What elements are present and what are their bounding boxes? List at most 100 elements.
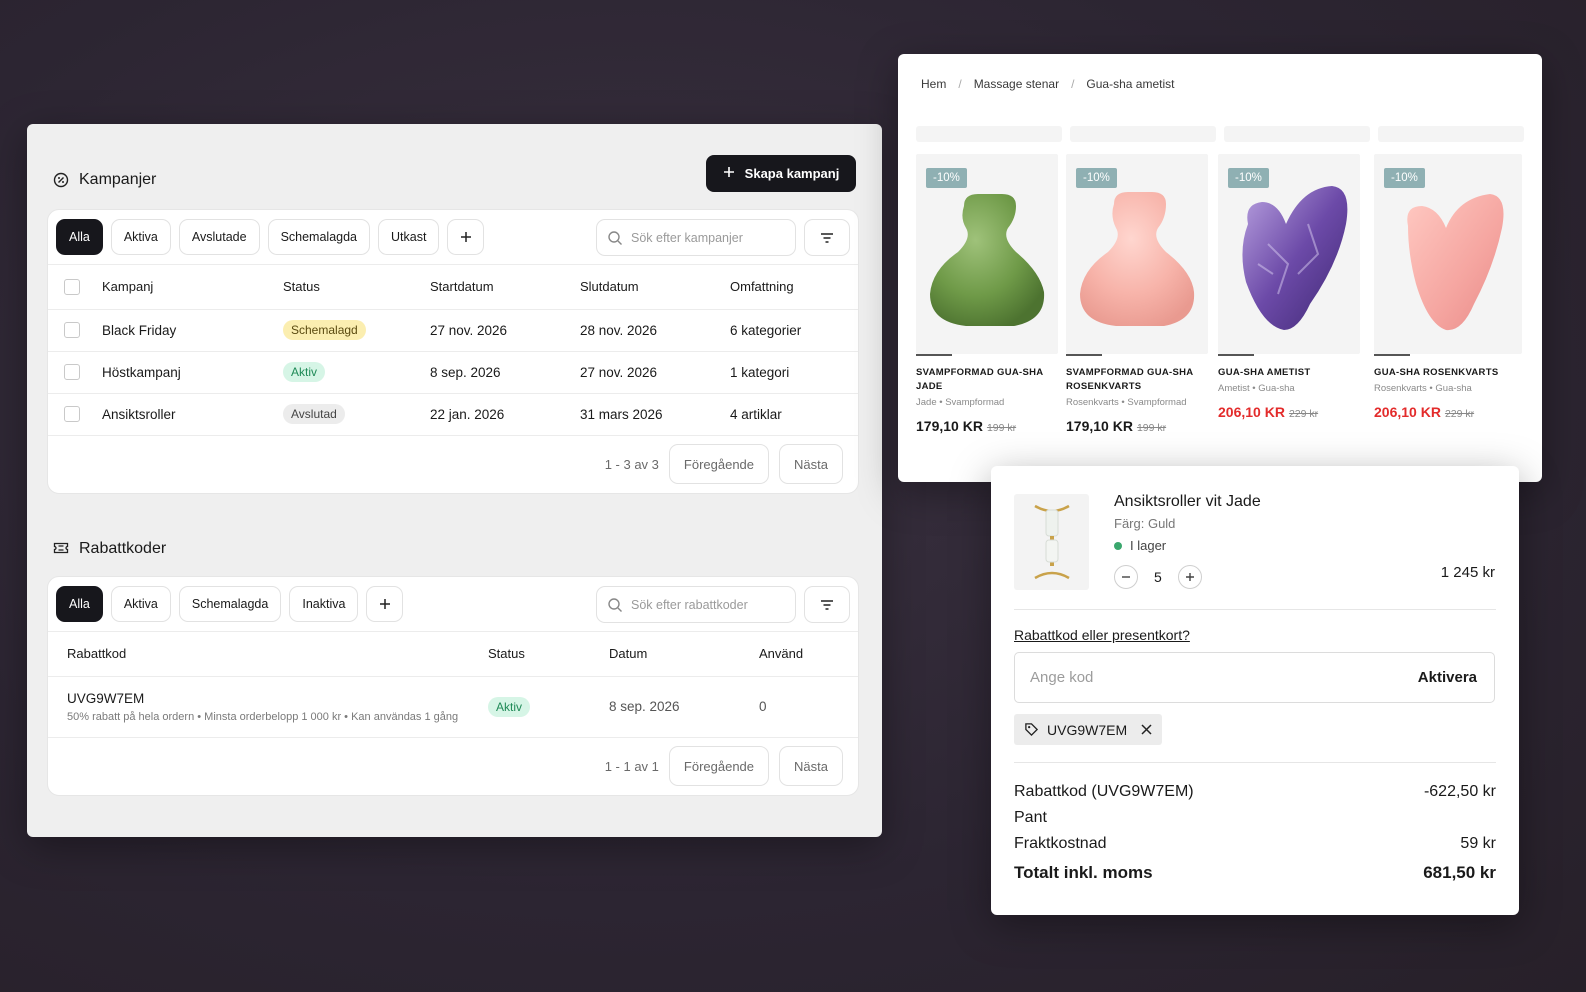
discounts-pager: 1 - 1 av 1 Föregående Nästa bbox=[48, 738, 858, 795]
discount-code: UVG9W7EM bbox=[67, 690, 145, 706]
col-used: Använd bbox=[759, 632, 858, 677]
discount-badge: -10% bbox=[926, 168, 967, 188]
row-checkbox[interactable] bbox=[64, 322, 80, 339]
increase-quantity-button[interactable] bbox=[1177, 565, 1202, 589]
start-date: 8 sep. 2026 bbox=[430, 351, 580, 394]
col-status: Status bbox=[283, 265, 430, 310]
divider bbox=[1014, 762, 1496, 763]
next-button[interactable]: Nästa bbox=[779, 746, 843, 786]
col-code: Rabattkod bbox=[48, 632, 488, 677]
discount-badge: -10% bbox=[1228, 168, 1269, 188]
discount-badge: -10% bbox=[1384, 168, 1425, 188]
campaigns-toolbar: Alla Aktiva Avslutade Schemalagda Utkast… bbox=[48, 210, 858, 265]
add-tab-button[interactable] bbox=[447, 219, 485, 255]
product-meta: Jade • Svampformad bbox=[916, 396, 1005, 408]
tab-draft[interactable]: Utkast bbox=[378, 219, 440, 255]
breadcrumb-home[interactable]: Hem bbox=[921, 77, 946, 91]
quantity-stepper: 5 bbox=[1114, 565, 1202, 589]
product-underline bbox=[1066, 354, 1102, 356]
summary-value: -622,50 kr bbox=[1423, 783, 1496, 800]
select-all-checkbox[interactable] bbox=[64, 279, 80, 296]
add-tab-button[interactable] bbox=[366, 586, 404, 622]
product-card[interactable]: -10% GUA-SHA AMETIST Ametist • Gua-sha 2… bbox=[1218, 154, 1360, 420]
product-underline bbox=[916, 354, 952, 356]
discounts-heading: Rabattkoder bbox=[53, 540, 166, 558]
prev-button[interactable]: Föregående bbox=[668, 746, 770, 786]
applied-code: UVG9W7EM bbox=[1047, 721, 1128, 738]
promo-code-link[interactable]: Rabattkod eller presentkort? bbox=[1014, 627, 1190, 643]
promo-code-input[interactable] bbox=[1030, 669, 1330, 686]
breadcrumb-category[interactable]: Massage stenar bbox=[974, 77, 1059, 91]
decrease-quantity-button[interactable] bbox=[1114, 565, 1138, 589]
pager-info: 1 - 3 av 3 bbox=[604, 456, 659, 472]
admin-panel: Kampanjer Skapa kampanj Alla Aktiva Avsl… bbox=[27, 124, 882, 837]
tab-scheduled[interactable]: Schemalagda bbox=[178, 586, 282, 622]
total-label: Totalt inkl. moms bbox=[1014, 863, 1153, 882]
total-value: 681,50 kr bbox=[1423, 863, 1496, 882]
campaign-filter-button[interactable] bbox=[804, 219, 850, 256]
applied-code-tag: UVG9W7EM bbox=[1014, 714, 1163, 745]
product-image: -10% bbox=[1066, 154, 1208, 354]
product-meta: Ametist • Gua-sha bbox=[1218, 382, 1295, 394]
discount-search-input[interactable]: Sök efter rabattkoder bbox=[596, 586, 796, 623]
activate-button[interactable]: Aktivera bbox=[1418, 669, 1477, 686]
breadcrumb: Hem / Massage stenar / Gua-sha ametist bbox=[921, 77, 1174, 91]
tab-active[interactable]: Aktiva bbox=[110, 219, 171, 255]
search-icon bbox=[608, 597, 622, 612]
plus-icon bbox=[723, 166, 735, 181]
product-price: 206,10 KR bbox=[1218, 403, 1285, 420]
summary-row-discount: Rabattkod (UVG9W7EM) -622,50 kr bbox=[1014, 783, 1496, 801]
summary-row-shipping: Fraktkostnad 59 kr bbox=[1014, 835, 1496, 853]
summary-label: Fraktkostnad bbox=[1014, 835, 1107, 852]
stock-dot-icon bbox=[1114, 541, 1122, 550]
status-badge: Aktiv bbox=[488, 696, 531, 717]
product-card[interactable]: -10% SVAMPFORMAD GUA-SHA ROSENKVARTS Ros… bbox=[1066, 154, 1208, 434]
tab-all[interactable]: Alla bbox=[56, 586, 103, 622]
product-name: GUA-SHA ROSENKVARTS bbox=[1374, 367, 1499, 378]
breadcrumb-current: Gua-sha ametist bbox=[1086, 77, 1175, 91]
discounts-table: Rabattkod Status Datum Använd UVG9W7EM 5… bbox=[48, 632, 858, 738]
stock-label: I lager bbox=[1130, 538, 1167, 553]
create-campaign-button[interactable]: Skapa kampanj bbox=[706, 155, 856, 192]
status-badge: Schemalagd bbox=[283, 320, 366, 340]
close-icon[interactable] bbox=[1141, 724, 1152, 735]
product-name: GUA-SHA AMETIST bbox=[1218, 367, 1311, 378]
product-card[interactable]: -10% GUA-SHA ROSENKVARTS Rosenkvarts • G… bbox=[1374, 154, 1522, 420]
row-checkbox[interactable] bbox=[64, 364, 80, 381]
product-price: 179,10 KR bbox=[916, 417, 983, 434]
campaigns-heading: Kampanjer bbox=[53, 171, 156, 189]
discount-description: 50% rabatt på hela ordern • Minsta order… bbox=[67, 710, 459, 723]
tab-active[interactable]: Aktiva bbox=[110, 586, 171, 622]
campaign-search-input[interactable]: Sök efter kampanjer bbox=[596, 219, 796, 256]
table-row[interactable]: UVG9W7EM 50% rabatt på hela ordern • Min… bbox=[48, 676, 858, 738]
campaigns-card: Alla Aktiva Avslutade Schemalagda Utkast… bbox=[47, 209, 859, 494]
discount-filter-button[interactable] bbox=[804, 586, 850, 623]
table-row[interactable]: Black Friday Schemalagd 27 nov. 2026 28 … bbox=[48, 309, 858, 352]
product-price: 179,10 KR bbox=[1066, 417, 1133, 434]
filter-icon bbox=[821, 232, 833, 243]
cart-item-price: 1 245 kr bbox=[1440, 564, 1495, 581]
tab-inactive[interactable]: Inaktiva bbox=[289, 586, 359, 622]
minus-icon bbox=[1122, 576, 1130, 578]
product-card[interactable]: -10% SVAMPFORMAD GUA-SHA JADE Jade • Sva… bbox=[916, 154, 1058, 434]
row-checkbox[interactable] bbox=[64, 406, 80, 423]
tab-scheduled[interactable]: Schemalagda bbox=[267, 219, 371, 255]
table-row[interactable]: Höstkampanj Aktiv 8 sep. 2026 27 nov. 20… bbox=[48, 351, 858, 394]
discount-search-placeholder: Sök efter rabattkoder bbox=[631, 597, 748, 612]
next-button[interactable]: Nästa bbox=[779, 444, 843, 484]
breadcrumb-separator: / bbox=[958, 77, 962, 91]
campaigns-table: Kampanj Status Startdatum Slutdatum Omfa… bbox=[48, 265, 858, 436]
product-name: SVAMPFORMAD GUA-SHA JADE bbox=[916, 367, 1044, 392]
col-end: Slutdatum bbox=[580, 265, 730, 310]
product-underline bbox=[1218, 354, 1254, 356]
plus-icon bbox=[1185, 573, 1194, 581]
campaigns-pager: 1 - 3 av 3 Föregående Nästa bbox=[48, 436, 858, 493]
table-row[interactable]: Ansiktsroller Avslutad 22 jan. 2026 31 m… bbox=[48, 393, 858, 436]
campaign-name: Black Friday bbox=[102, 309, 283, 352]
end-date: 28 nov. 2026 bbox=[580, 309, 730, 352]
prev-button[interactable]: Föregående bbox=[668, 444, 770, 484]
summary-row-total: Totalt inkl. moms 681,50 kr bbox=[1014, 863, 1496, 883]
tab-ended[interactable]: Avslutade bbox=[178, 219, 260, 255]
tab-all[interactable]: Alla bbox=[56, 219, 103, 255]
discounts-card: Alla Aktiva Schemalagda Inaktiva Sök eft… bbox=[47, 576, 859, 796]
